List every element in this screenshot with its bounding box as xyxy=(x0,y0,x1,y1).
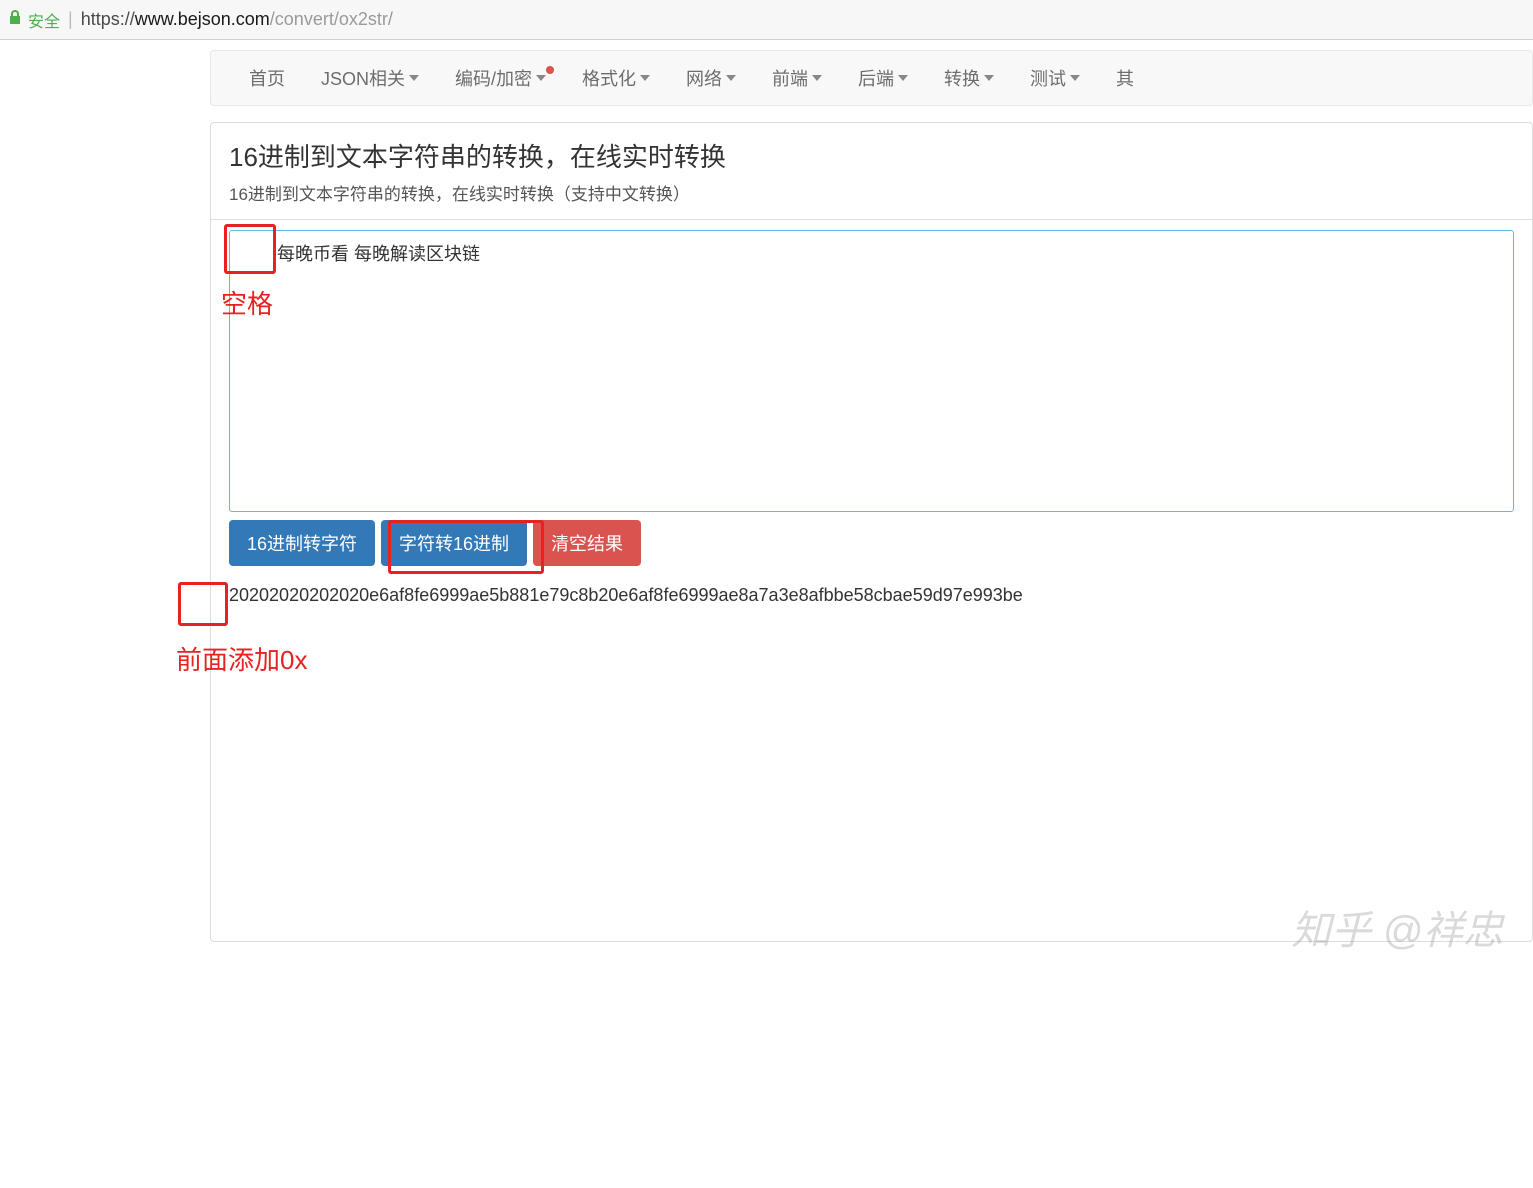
secure-label: 安全 xyxy=(28,8,60,32)
hex-to-str-button[interactable]: 16进制转字符 xyxy=(229,520,375,566)
nav-label: 格式化 xyxy=(582,65,636,91)
chevron-down-icon xyxy=(536,75,546,81)
nav-label: 编码/加密 xyxy=(455,65,532,91)
chevron-down-icon xyxy=(640,75,650,81)
notification-dot-icon xyxy=(546,66,554,74)
nav-encode[interactable]: 编码/加密 xyxy=(437,50,564,106)
str-to-hex-button[interactable]: 字符转16进制 xyxy=(381,520,527,566)
chevron-down-icon xyxy=(984,75,994,81)
main-panel: 16进制到文本字符串的转换，在线实时转换 16进制到文本字符串的转换，在线实时转… xyxy=(210,122,1533,942)
action-button-row: 16进制转字符 字符转16进制 清空结果 xyxy=(229,520,1514,566)
output-textarea[interactable]: 20202020202020e6af8fe6999ae5b881e79c8b20… xyxy=(229,572,1514,872)
nav-convert[interactable]: 转换 xyxy=(926,50,1012,106)
nav-json[interactable]: JSON相关 xyxy=(303,50,437,106)
nav-label: 前端 xyxy=(772,65,808,91)
nav-label: 其 xyxy=(1116,65,1134,91)
nav-backend[interactable]: 后端 xyxy=(840,50,926,106)
panel-header: 16进制到文本字符串的转换，在线实时转换 16进制到文本字符串的转换，在线实时转… xyxy=(211,123,1532,220)
chevron-down-icon xyxy=(726,75,736,81)
nav-label: 转换 xyxy=(944,65,980,91)
page-title: 16进制到文本字符串的转换，在线实时转换 xyxy=(229,137,1514,174)
nav-label: 网络 xyxy=(686,65,722,91)
output-value: 20202020202020e6af8fe6999ae5b881e79c8b20… xyxy=(229,585,1023,605)
nav-label: 首页 xyxy=(249,65,285,91)
lock-icon xyxy=(8,9,22,30)
nav-label: JSON相关 xyxy=(321,65,405,91)
nav-frontend[interactable]: 前端 xyxy=(754,50,840,106)
nav-test[interactable]: 测试 xyxy=(1012,50,1098,106)
nav-format[interactable]: 格式化 xyxy=(564,50,668,106)
address-divider: | xyxy=(68,9,73,30)
input-value: 每晚币看 每晚解读区块链 xyxy=(242,244,480,264)
input-textarea[interactable]: 每晚币看 每晚解读区块链 xyxy=(229,230,1514,512)
chevron-down-icon xyxy=(409,75,419,81)
chevron-down-icon xyxy=(898,75,908,81)
url-protocol: https:// xyxy=(81,9,135,29)
nav-label: 后端 xyxy=(858,65,894,91)
url-display[interactable]: https://www.bejson.com/convert/ox2str/ xyxy=(81,9,393,30)
page-subtitle: 16进制到文本字符串的转换，在线实时转换（支持中文转换） xyxy=(229,180,1514,205)
nav-other[interactable]: 其 xyxy=(1098,50,1152,106)
chevron-down-icon xyxy=(812,75,822,81)
url-path: /convert/ox2str/ xyxy=(270,9,393,29)
clear-button[interactable]: 清空结果 xyxy=(533,520,641,566)
url-host: www.bejson.com xyxy=(135,9,270,29)
nav-home[interactable]: 首页 xyxy=(231,50,303,106)
main-navbar: 首页 JSON相关 编码/加密 格式化 网络 前端 后端 转换 xyxy=(210,50,1533,106)
nav-label: 测试 xyxy=(1030,65,1066,91)
nav-network[interactable]: 网络 xyxy=(668,50,754,106)
page-body: 首页 JSON相关 编码/加密 格式化 网络 前端 后端 转换 xyxy=(0,40,1533,980)
browser-address-bar: 安全 | https://www.bejson.com/convert/ox2s… xyxy=(0,0,1533,40)
chevron-down-icon xyxy=(1070,75,1080,81)
